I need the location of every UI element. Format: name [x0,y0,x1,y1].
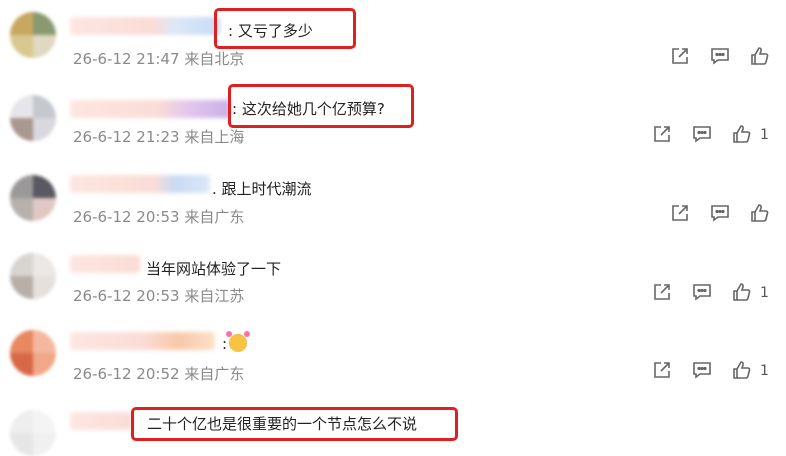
username-blurred[interactable] [70,412,132,430]
comment-time: 26-6-12 21:23 [73,128,180,146]
avatar[interactable] [10,253,56,299]
comment-meta: 26-6-12 20:53 来自江苏 [73,285,244,306]
username-blurred[interactable] [70,17,220,35]
username-blurred[interactable] [70,255,140,273]
comment-location: 来自江苏 [184,287,245,305]
like-icon[interactable] [750,46,770,66]
comment-row-5: : 26-6-12 20:52 来自广东 1 [0,322,786,402]
like-icon[interactable] [732,282,752,302]
comment-location: 来自北京 [184,50,245,68]
comment-meta: 26-6-12 21:23 来自上海 [73,126,244,147]
comment-text-prefix: : [222,335,228,353]
comment-icon[interactable] [692,124,712,144]
avatar[interactable] [10,410,56,456]
avatar[interactable] [10,175,56,221]
share-icon[interactable] [652,360,672,380]
comment-time: 26-6-12 20:53 [73,208,180,226]
username-blurred[interactable] [70,100,230,118]
comment-icon[interactable] [692,282,712,302]
avatar[interactable] [10,330,56,376]
share-icon[interactable] [652,282,672,302]
highlight-box [228,84,414,128]
comment-text: 当年网站体验了一下 [146,260,282,278]
highlight-box [131,407,458,441]
like-count: 1 [760,285,769,301]
like-count: 1 [760,127,769,143]
comment-icon[interactable] [710,46,730,66]
avatar[interactable] [10,95,56,141]
comment-row-1: : 又亏了多少 26-6-12 21:47 来自北京 [0,0,786,80]
share-icon[interactable] [670,203,690,223]
comment-meta: 26-6-12 20:53 来自广东 [73,206,244,227]
like-icon[interactable] [750,203,770,223]
share-icon[interactable] [652,124,672,144]
comment-time: 26-6-12 21:47 [73,50,180,68]
username-blurred[interactable] [70,332,215,350]
like-count: 1 [760,363,769,379]
comment-text: . 跟上时代潮流 [212,180,312,198]
comment-icon[interactable] [710,203,730,223]
like-icon[interactable] [732,124,752,144]
comment-meta: 26-6-12 21:47 来自北京 [73,48,244,69]
avatar[interactable] [10,12,56,58]
comment-time: 26-6-12 20:52 [73,365,180,383]
comment-location: 来自上海 [184,128,245,146]
comment-row-4: 当年网站体验了一下 26-6-12 20:53 来自江苏 1 [0,245,786,325]
highlight-box [214,8,356,49]
comment-row-3: . 跟上时代潮流 26-6-12 20:53 来自广东 [0,165,786,245]
username-blurred[interactable] [70,175,210,193]
comment-text: : [222,331,251,353]
comment-time: 26-6-12 20:53 [73,287,180,305]
comment-location: 来自广东 [184,365,245,383]
comment-meta: 26-6-12 20:52 来自广东 [73,363,244,384]
comment-location: 来自广东 [184,208,245,226]
flushed-face-emoji [226,331,251,352]
comment-icon[interactable] [692,360,712,380]
share-icon[interactable] [670,46,690,66]
like-icon[interactable] [732,360,752,380]
